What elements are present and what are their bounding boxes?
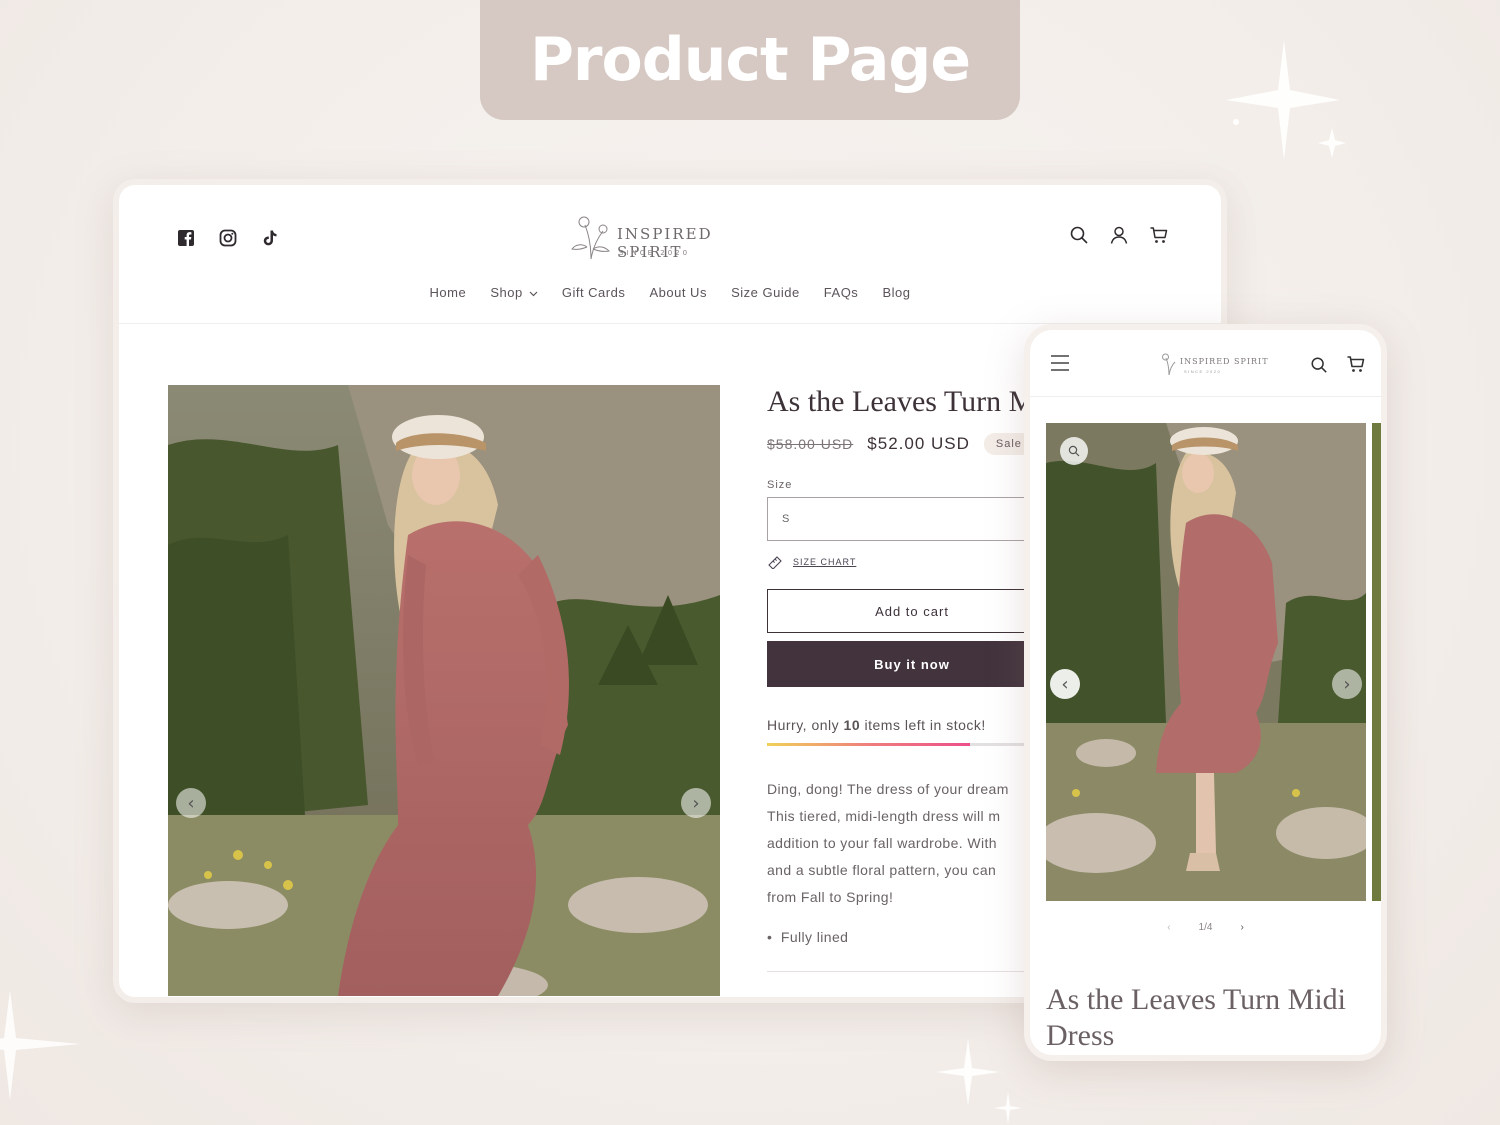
description-line: This tiered, midi-length dress will m [767,808,1001,824]
social-links [177,229,281,249]
facebook-icon[interactable] [177,229,197,249]
mobile-brand-tagline: SINCE 2020 [1184,369,1222,374]
image-pager: ‹ 1/4 › [1030,922,1381,933]
sparkle-decoration [0,990,80,1100]
header-actions [1069,225,1171,247]
main-navigation: Home Shop Gift Cards About Us Size Guide… [119,285,1221,300]
search-icon[interactable] [1310,356,1328,374]
feature-list-item: • Fully lined [767,929,849,945]
zoom-icon [1068,445,1080,457]
description-line: Ding, dong! The dress of your dream [767,781,1009,797]
cart-icon[interactable] [1346,354,1366,374]
flower-logo-icon [1162,353,1176,376]
sparkle-decoration [1226,40,1346,160]
section-banner: Product Page [480,0,1020,120]
mobile-brand-logo[interactable]: INSPIRED SPIRIT SINCE 2020 [1158,352,1268,382]
sale-price: $52.00 USD [867,434,970,453]
mobile-product-title: As the Leaves Turn Midi Dress [1046,983,1346,1052]
price-row: $58.00 USD $52.00 USD Sale [767,433,1067,455]
nav-item-home[interactable]: Home [430,285,467,300]
site-header: INSPIRED SPIRIT SINCE 2020 Home Shop Gif… [119,185,1221,324]
stock-suffix: items left in stock! [860,717,986,733]
nav-item-size-guide[interactable]: Size Guide [731,285,800,300]
product-image: ‹ › [168,385,720,996]
size-chart-label: SIZE CHART [793,557,857,567]
next-image-peek [1372,423,1381,901]
stock-prefix: Hurry, only [767,717,844,733]
brand-logo[interactable]: INSPIRED SPIRIT SINCE 2020 [569,209,769,267]
buy-now-button[interactable]: Buy it now [767,641,1057,687]
ruler-icon [768,556,782,569]
description-line: from Fall to Spring! [767,889,894,905]
stock-progress-fill [767,743,970,746]
flower-logo-icon [571,216,611,260]
size-select[interactable]: S [767,497,1057,541]
nav-item-about-us[interactable]: About Us [649,285,706,300]
tiktok-icon[interactable] [261,229,281,249]
chevron-down-icon [529,291,538,297]
nav-item-shop[interactable]: Shop [490,285,538,300]
size-select-value: S [782,513,790,525]
mobile-brand-name: INSPIRED SPIRIT [1180,357,1269,366]
mobile-image-prev-button[interactable]: ‹ [1050,669,1080,699]
image-next-button[interactable]: › [681,788,711,818]
mobile-header: INSPIRED SPIRIT SINCE 2020 [1030,330,1381,397]
nav-item-faqs[interactable]: FAQs [824,285,859,300]
instagram-icon[interactable] [219,229,239,249]
stock-message: Hurry, only 10 items left in stock! [767,717,1067,733]
divider [767,971,1057,972]
pager-prev-icon[interactable]: ‹ [1167,922,1170,933]
product-description: Ding, dong! The dress of your dream This… [767,776,1067,911]
menu-icon[interactable] [1050,354,1070,372]
search-icon[interactable] [1069,225,1091,247]
zoom-button[interactable] [1060,437,1088,465]
original-price: $58.00 USD [767,436,854,452]
size-label: Size [767,479,793,491]
stock-count: 10 [843,717,861,733]
mobile-product-image: ‹ › [1046,423,1366,901]
nav-item-shop-label: Shop [490,285,523,300]
nav-item-blog[interactable]: Blog [882,285,910,300]
stock-progress-bar [767,743,1057,746]
description-line: and a subtle floral pattern, you can [767,862,997,878]
product-info: As the Leaves Turn M $58.00 USD $52.00 U… [767,385,1067,997]
cart-icon[interactable] [1149,225,1171,247]
brand-tagline: SINCE 2020 [619,249,691,257]
sparkle-decoration [936,1038,1022,1124]
banner-title: Product Page [529,25,971,95]
image-prev-button[interactable]: ‹ [176,788,206,818]
mobile-preview: INSPIRED SPIRIT SINCE 2020 ‹ › ‹ 1/4 › A… [1024,324,1387,1061]
size-chart-link[interactable]: SIZE CHART [767,555,1067,569]
nav-item-gift-cards[interactable]: Gift Cards [562,285,626,300]
product-title: As the Leaves Turn M [767,385,1036,418]
description-line: addition to your fall wardrobe. With [767,835,997,851]
add-to-cart-button[interactable]: Add to cart [767,589,1057,633]
pager-count: 1/4 [1198,922,1213,933]
account-icon[interactable] [1109,225,1131,247]
pager-next-icon[interactable]: › [1240,922,1243,933]
feature-text: Fully lined [780,929,849,945]
mobile-image-next-button[interactable]: › [1332,669,1362,699]
